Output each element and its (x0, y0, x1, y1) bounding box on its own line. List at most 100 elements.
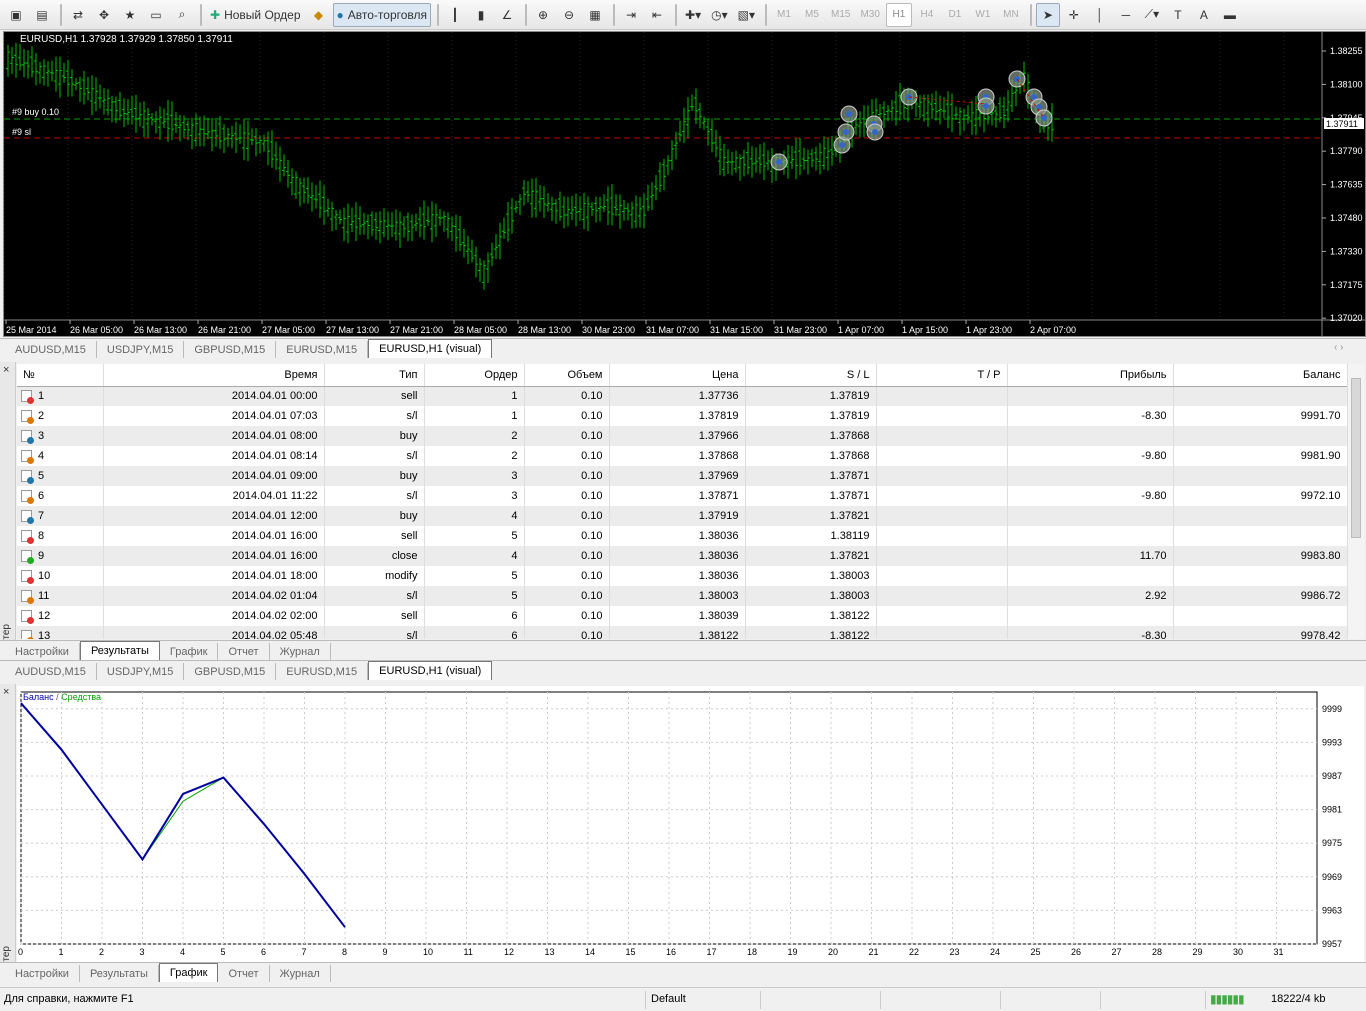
timeframe-m30[interactable]: M30 (856, 3, 883, 27)
cell: 0.10 (524, 586, 610, 606)
favorites-icon[interactable]: ★ (118, 3, 142, 27)
tabs-scroll-icon[interactable]: ‹ › (1334, 342, 1343, 353)
chart-tab-1[interactable]: USDJPY,M15 (97, 663, 185, 680)
column-header[interactable]: S / L (745, 364, 877, 387)
table-row[interactable]: 2 2014.04.01 07:03 s/l 1 0.10 1.37819 1.37819-… (17, 406, 1347, 426)
timeframe-w1[interactable]: W1 (970, 3, 996, 27)
time-axis-label: 26 Mar 13:00 (134, 325, 187, 335)
cell: 1.38122 (745, 606, 877, 626)
chart-tab-0[interactable]: AUDUSD,M15 (5, 341, 97, 358)
timeframe-d1[interactable]: D1 (942, 3, 968, 27)
autoscroll-icon[interactable]: ⇥ (619, 3, 643, 27)
column-header[interactable]: Тип (324, 364, 425, 387)
column-header[interactable]: Ордер (424, 364, 525, 387)
cursor-icon[interactable]: ➤ (1035, 2, 1060, 27)
periods-icon[interactable]: ◷▾ (707, 3, 732, 27)
timeframe-mn[interactable]: MN (998, 3, 1024, 27)
text-icon[interactable]: T (1166, 3, 1190, 27)
tester-tab-0[interactable]: Настройки (5, 643, 80, 660)
line-chart-icon[interactable]: ∠ (495, 3, 519, 27)
cell: modify (324, 566, 425, 586)
tester-tab-1[interactable]: Результаты (79, 641, 160, 660)
text-label-icon[interactable]: A (1192, 3, 1216, 27)
horizontal-line-icon[interactable]: ─ (1114, 3, 1138, 27)
table-row[interactable]: 3 2014.04.01 08:00 buy 2 0.10 1.37966 1.37868 (17, 426, 1347, 446)
scrollbar-thumb[interactable] (1351, 378, 1361, 538)
chart-tab-4[interactable]: EURUSD,H1 (visual) (368, 339, 493, 358)
results-scrollbar[interactable] (1347, 364, 1364, 639)
chart-tab-0[interactable]: AUDUSD,M15 (5, 663, 97, 680)
vertical-line-icon[interactable]: │ (1088, 3, 1112, 27)
chart-tab-2[interactable]: GBPUSD,M15 (184, 663, 277, 680)
cell: 1.37819 (745, 386, 877, 406)
crosshair-icon[interactable]: ✛ (1062, 3, 1086, 27)
profiles-icon[interactable]: ▤ (30, 3, 54, 27)
table-row[interactable]: 9 2014.04.01 16:00 close 4 0.10 1.38036 1.3782… (17, 546, 1347, 566)
column-header[interactable]: T / P (876, 364, 1008, 387)
deal-type-icon (21, 410, 34, 425)
indicators-icon[interactable]: ✚▾ (681, 3, 705, 27)
templates-icon[interactable]: ▧▾ (734, 3, 759, 27)
table-row[interactable]: 8 2014.04.01 16:00 sell 5 0.10 1.38036 1.38119 (17, 526, 1347, 546)
chart-tab-1[interactable]: USDJPY,M15 (97, 341, 185, 358)
timeframe-h4[interactable]: H4 (914, 3, 940, 27)
chart-tab-2[interactable]: GBPUSD,M15 (184, 341, 277, 358)
column-header[interactable]: Прибыль (1007, 364, 1174, 387)
market-watch-icon[interactable]: ⇄ (66, 3, 90, 27)
tester-tab-4[interactable]: Журнал (270, 643, 331, 660)
table-row[interactable]: 10 2014.04.01 18:00 modify 5 0.10 1.38036 1.38… (17, 566, 1347, 586)
auto-trading-button[interactable]: ● Авто-торговля (332, 2, 432, 27)
tester-tab-0[interactable]: Настройки (5, 965, 80, 982)
timeframe-h1[interactable]: H1 (885, 2, 912, 27)
bar-chart-icon[interactable]: ┃ (443, 3, 467, 27)
timeframe-m15[interactable]: M15 (827, 3, 854, 27)
chart-tab-3[interactable]: EURUSD,M15 (276, 341, 369, 358)
close-icon[interactable]: × (3, 364, 9, 376)
chart-shift-icon[interactable]: ⇤ (645, 3, 669, 27)
column-header[interactable]: № (17, 364, 104, 387)
navigator-icon[interactable]: ✥ (92, 3, 116, 27)
cell-number: 9 (38, 549, 45, 562)
column-header[interactable]: Время (103, 364, 325, 387)
table-row[interactable]: 1 2014.04.01 00:00 sell 1 0.10 1.37736 1.37819 (17, 386, 1347, 406)
candle-chart-icon[interactable]: ▮ (469, 3, 493, 27)
tester-icon[interactable]: ⌕ (170, 3, 194, 27)
column-header[interactable]: Баланс (1173, 364, 1347, 387)
table-row[interactable]: 6 2014.04.01 11:22 s/l 3 0.10 1.37871 1.37871-… (17, 486, 1347, 506)
arrows-icon[interactable]: ▬ (1218, 3, 1242, 27)
trendline-icon[interactable]: ⟋▾ (1140, 3, 1164, 27)
timeframe-m1[interactable]: M1 (771, 3, 797, 27)
price-chart[interactable]: 1.38255 1.38100 1.37945 1.37790 1.37635 1.374… (3, 31, 1366, 337)
tester-tab-4[interactable]: Журнал (270, 965, 331, 982)
table-row[interactable]: 13 2014.04.02 05:48 s/l 6 0.10 1.38122 1.38122… (17, 626, 1347, 639)
metaeditor-icon[interactable]: ◆ (307, 3, 331, 27)
new-chart-icon[interactable]: ▣ (4, 3, 28, 27)
table-row[interactable]: 5 2014.04.01 09:00 buy 3 0.10 1.37969 1.37871 (17, 466, 1347, 486)
tester-tab-2[interactable]: График (158, 963, 219, 982)
cell-number: 5 (38, 469, 45, 482)
table-row[interactable]: 12 2014.04.02 02:00 sell 6 0.10 1.38039 1.3812… (17, 606, 1347, 626)
tester-tab-3[interactable]: Отчет (218, 643, 270, 660)
terminal-icon[interactable]: ▭ (144, 3, 168, 27)
chart-tab-3[interactable]: EURUSD,M15 (276, 663, 369, 680)
deal-type-icon (21, 550, 34, 565)
table-row[interactable]: 7 2014.04.01 12:00 buy 4 0.10 1.37919 1.37821 (17, 506, 1347, 526)
status-separator (1100, 991, 1101, 1009)
tile-windows-icon[interactable]: ▦ (583, 3, 607, 27)
tester-tab-3[interactable]: Отчет (218, 965, 270, 982)
column-header[interactable]: Объем (524, 364, 610, 387)
cell (876, 506, 1008, 526)
tester-tab-1[interactable]: Результаты (80, 965, 159, 982)
timeframe-m5[interactable]: M5 (799, 3, 825, 27)
chart-tab-4[interactable]: EURUSD,H1 (visual) (368, 661, 493, 680)
tester-tab-2[interactable]: График (160, 643, 219, 660)
new-order-button[interactable]: ✚ Новый Ордер (206, 3, 305, 27)
zoom-out-icon[interactable]: ⊖ (557, 3, 581, 27)
cell: 0.10 (524, 466, 610, 486)
close-icon[interactable]: × (3, 686, 9, 698)
table-row[interactable]: 4 2014.04.01 08:14 s/l 2 0.10 1.37868 1.37868-… (17, 446, 1347, 466)
table-row[interactable]: 11 2014.04.02 01:04 s/l 5 0.10 1.38003 1.38003… (17, 586, 1347, 606)
zoom-in-icon[interactable]: ⊕ (531, 3, 555, 27)
column-header[interactable]: Цена (609, 364, 746, 387)
cell (876, 446, 1008, 466)
